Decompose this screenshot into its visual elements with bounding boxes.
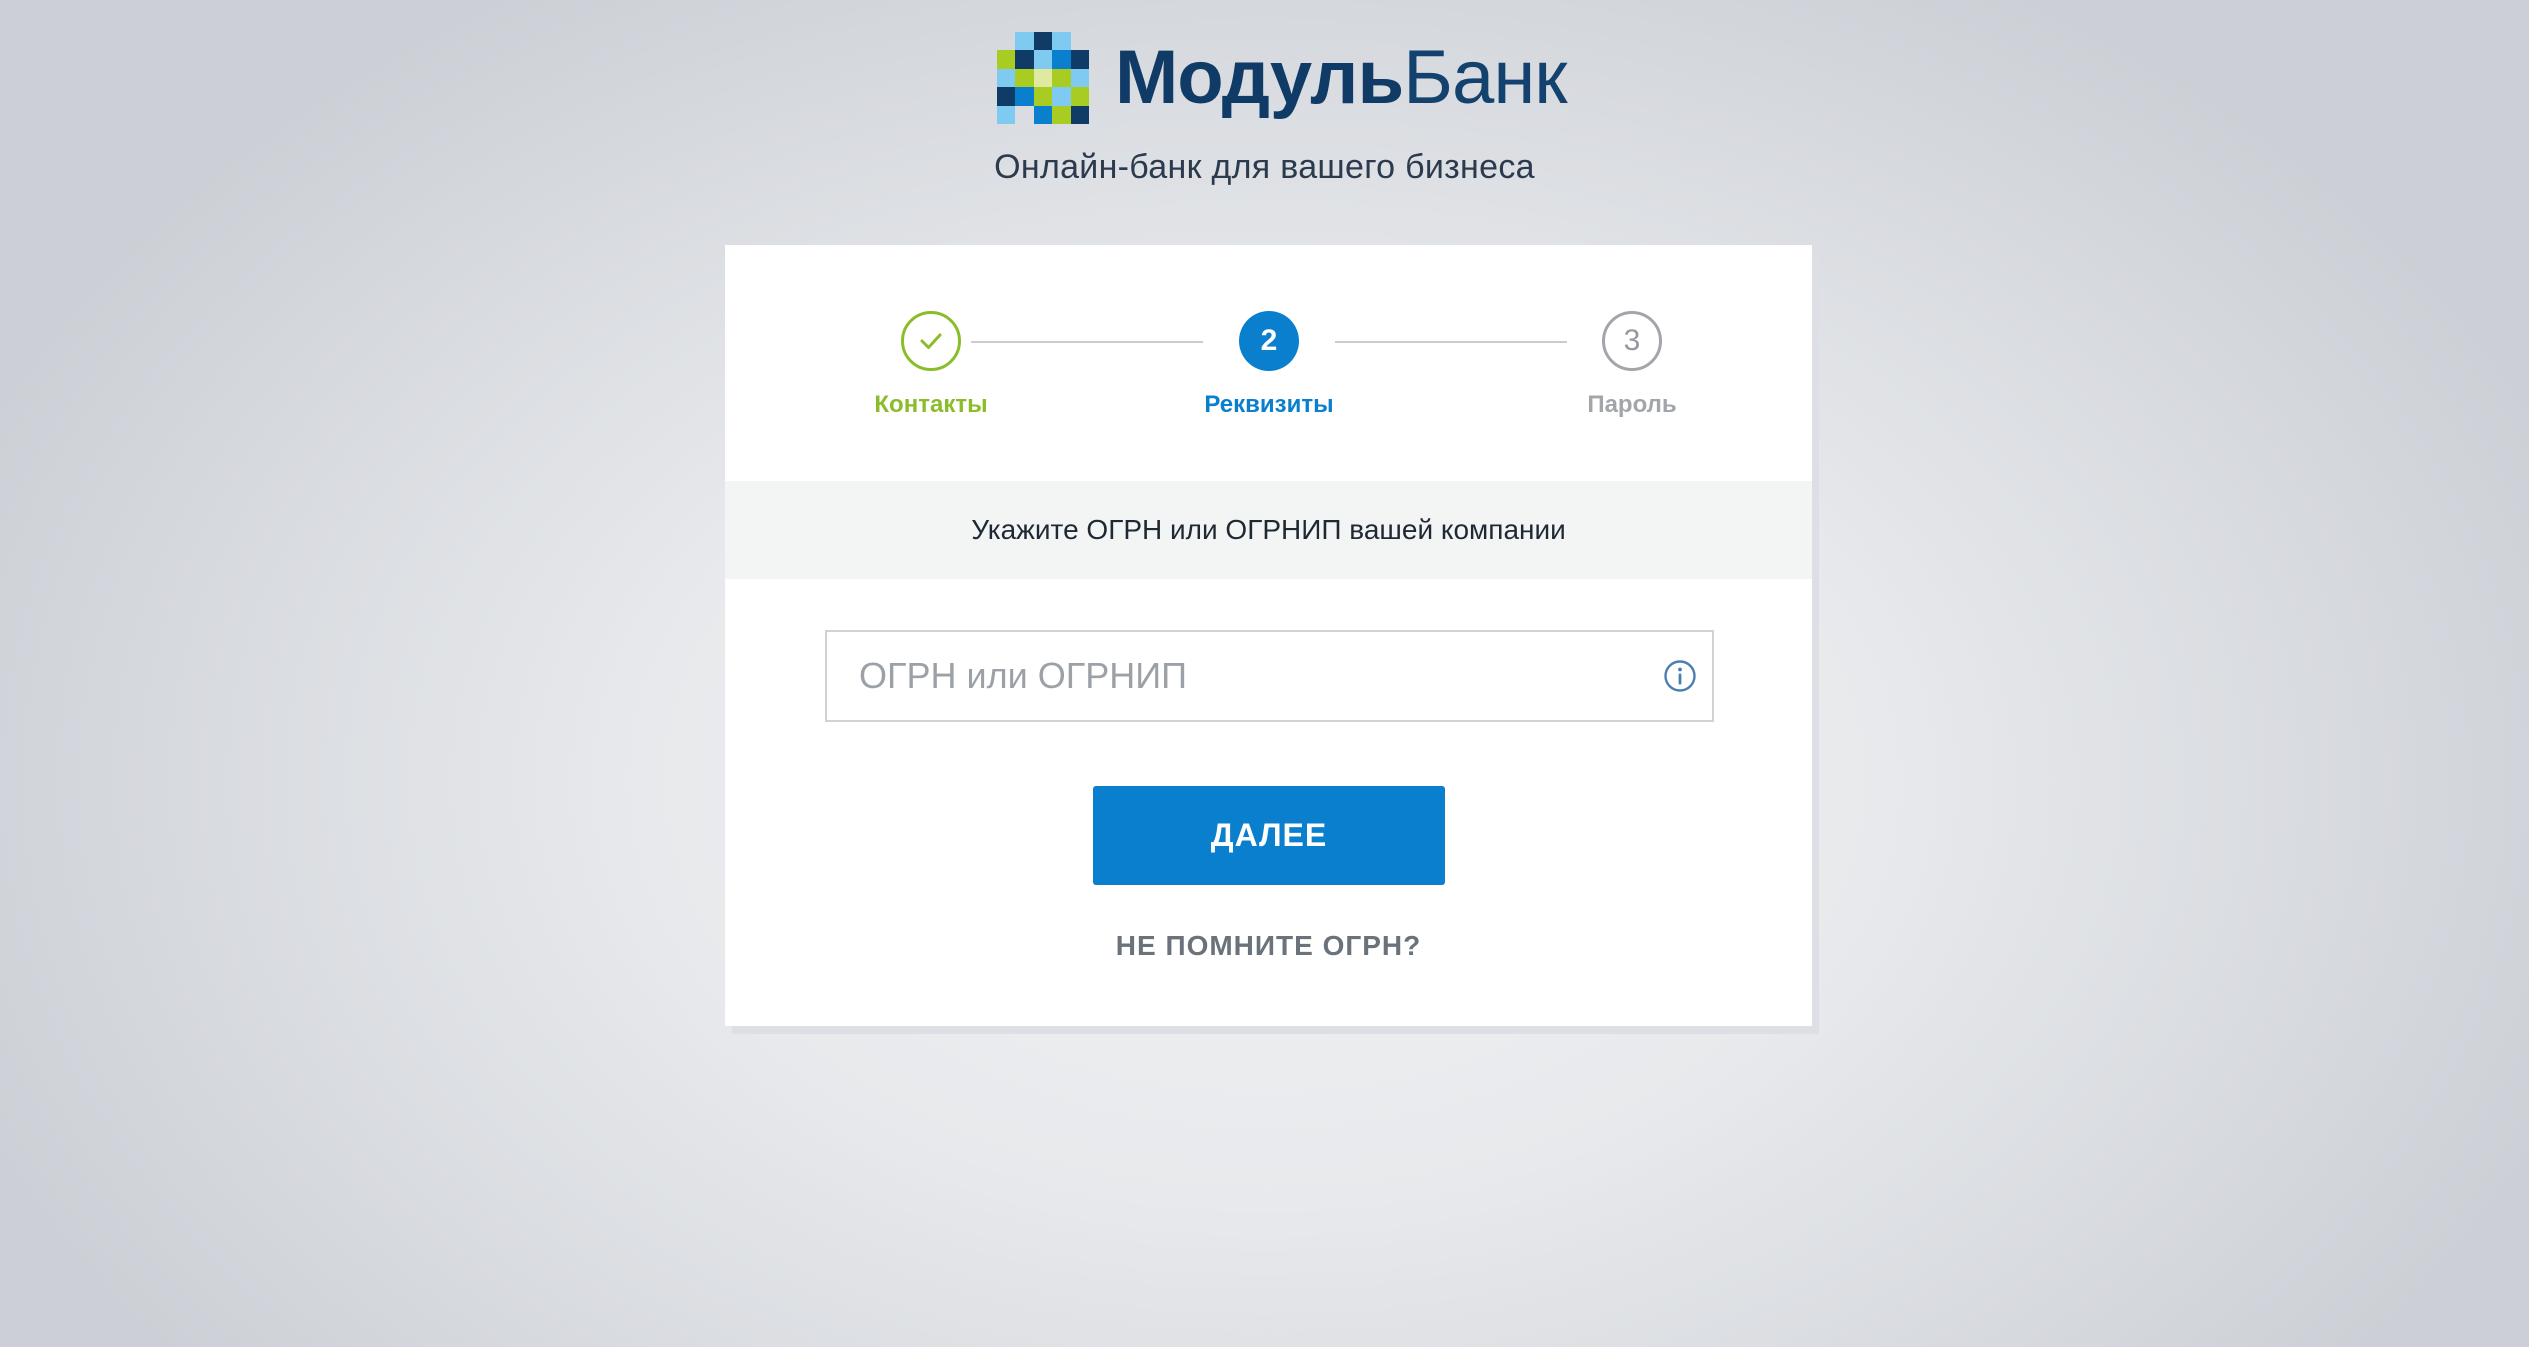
step-2-label: Реквизиты <box>1204 391 1334 418</box>
step-3-label: Пароль <box>1587 391 1677 418</box>
step-requisites[interactable]: 2 Реквизиты <box>1149 311 1389 419</box>
modulbank-logo[interactable]: МодульБанк <box>997 32 1568 124</box>
ogrn-field[interactable] <box>825 630 1714 722</box>
registration-card: Контакты 2 Реквизиты 3 Пароль Укажите ОГ… <box>725 245 1812 1026</box>
logo-checker-icon <box>997 32 1089 124</box>
instruction-banner: Укажите ОГРН или ОГРНИП вашей компании <box>725 481 1812 579</box>
step-2-circle: 2 <box>1239 311 1299 371</box>
step-1-label: Контакты <box>874 391 988 418</box>
step-password[interactable]: 3 Пароль <box>1512 311 1752 419</box>
tagline: Онлайн-банк для вашего бизнеса <box>994 148 1535 186</box>
step-contacts[interactable]: Контакты <box>811 311 1051 419</box>
ogrn-input[interactable] <box>827 632 1619 720</box>
info-icon[interactable] <box>1663 659 1697 693</box>
step-1-circle <box>901 311 961 371</box>
next-button[interactable]: ДАЛЕЕ <box>1093 786 1445 885</box>
forgot-ogrn-link[interactable]: НЕ ПОМНИТЕ ОГРН? <box>725 930 1812 962</box>
logo-wordmark-light: Банк <box>1403 35 1567 120</box>
stepper: Контакты 2 Реквизиты 3 Пароль <box>725 245 1812 481</box>
logo-wordmark: МодульБанк <box>1115 32 1568 124</box>
check-icon <box>920 333 942 349</box>
instruction-text: Укажите ОГРН или ОГРНИП вашей компании <box>971 514 1566 545</box>
step-3-circle: 3 <box>1602 311 1662 371</box>
logo-wordmark-bold: Модуль <box>1115 35 1404 120</box>
